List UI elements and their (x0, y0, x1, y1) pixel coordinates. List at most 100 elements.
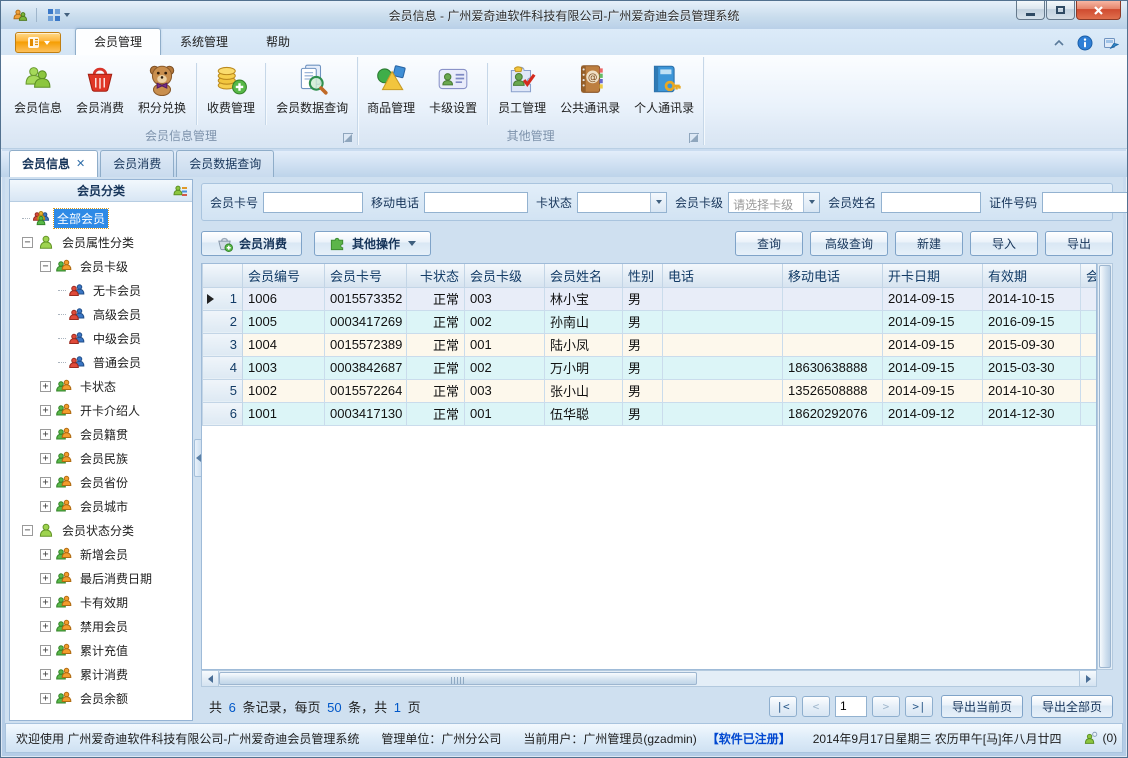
tree-node-全部会员[interactable]: 全部会员 (12, 206, 190, 230)
cell[interactable] (1080, 309, 1096, 334)
combo-dropdown-icon[interactable] (650, 192, 667, 212)
scroll-right-button[interactable] (1079, 671, 1096, 686)
column-header-selector[interactable] (202, 264, 243, 288)
cell[interactable]: 正常 (406, 401, 465, 426)
cell[interactable]: 001 (464, 332, 545, 357)
tree-expander-minus[interactable]: − (22, 236, 33, 248)
会员姓名-input[interactable] (881, 191, 982, 213)
cell[interactable] (662, 378, 783, 403)
ribbon-tab-系统管理[interactable]: 系统管理 (161, 28, 247, 55)
export-all-pages-button[interactable]: 导出全部页 (1030, 694, 1113, 718)
cell[interactable] (662, 332, 783, 357)
cell[interactable] (1080, 332, 1096, 357)
cell[interactable]: 0015573352 (324, 286, 407, 311)
tree-node-禁用会员[interactable]: + 禁用会员 (12, 614, 190, 638)
first-page-button[interactable]: |< (768, 695, 797, 717)
category-settings-icon[interactable] (172, 183, 188, 199)
tree-node-累计充值[interactable]: + 累计充值 (12, 638, 190, 662)
cell[interactable]: 13526508888 (782, 378, 883, 403)
cell[interactable]: 2014-09-15 (882, 286, 983, 311)
tree-expander-plus[interactable]: + (40, 380, 51, 392)
会员卡号-input[interactable] (263, 191, 364, 213)
cell[interactable]: 2015-03-30 (982, 355, 1081, 380)
cell[interactable]: 1004 (242, 332, 325, 357)
tree-node-会员卡级[interactable]: − 会员卡级 (12, 254, 190, 278)
row-selector[interactable]: 5 (202, 378, 243, 403)
tree-node-最后消费日期[interactable]: + 最后消费日期 (12, 566, 190, 590)
cell[interactable]: 男 (622, 378, 663, 403)
cell[interactable]: 1002 (242, 378, 325, 403)
cell[interactable] (662, 286, 783, 311)
column-header-开卡日期[interactable]: 开卡日期 (882, 264, 983, 288)
dialog-launcher-icon[interactable] (343, 133, 354, 143)
app-menu-button[interactable] (15, 32, 61, 53)
column-header-移动电话[interactable]: 移动电话 (782, 264, 883, 288)
ribbon-item-员工管理[interactable]: 员工管理 (491, 59, 553, 129)
doc-tab-会员数据查询[interactable]: 会员数据查询 (176, 150, 275, 177)
tree-node-会员城市[interactable]: + 会员城市 (12, 494, 190, 518)
tree-expander-plus[interactable]: + (40, 428, 51, 440)
table-row[interactable]: 4 1003 0003842687 正常 002 万小明男 18630638888 2014-… (202, 355, 1096, 380)
tree-expander-plus[interactable]: + (40, 572, 51, 584)
row-selector[interactable]: 6 (202, 401, 243, 426)
tree-node-会员民族[interactable]: + 会员民族 (12, 446, 190, 470)
vertical-scroll-thumb[interactable] (1099, 265, 1111, 668)
cell[interactable] (782, 309, 883, 334)
tree-expander-plus[interactable]: + (40, 596, 51, 608)
maximize-button[interactable] (1046, 1, 1075, 20)
cell[interactable]: 0015572389 (324, 332, 407, 357)
tree-node-卡有效期[interactable]: + 卡有效期 (12, 590, 190, 614)
ribbon-item-公共通讯录[interactable]: @ 公共通讯录 (553, 59, 627, 129)
cell[interactable]: 002 (464, 355, 545, 380)
cell[interactable]: 1001 (242, 401, 325, 426)
help-icon[interactable] (1077, 35, 1093, 51)
tree-node-累计消费[interactable]: + 累计消费 (12, 662, 190, 686)
tree-expander-minus[interactable]: − (40, 260, 51, 272)
feedback-icon[interactable] (1103, 35, 1119, 51)
cell[interactable] (782, 332, 883, 357)
horizontal-scroll-thumb[interactable] (219, 672, 697, 685)
会员卡级-select[interactable]: 请选择卡级 (728, 191, 821, 213)
cell[interactable] (782, 286, 883, 311)
cell[interactable]: 002 (464, 309, 545, 334)
column-header-卡状态[interactable]: 卡状态 (406, 264, 465, 288)
column-header-会员[interactable]: 会员 (1080, 264, 1096, 288)
移动电话-input[interactable] (424, 191, 529, 213)
cell[interactable]: 1005 (242, 309, 325, 334)
column-header-电话[interactable]: 电话 (662, 264, 783, 288)
ribbon-item-收费管理[interactable]: 收费管理 (200, 59, 262, 129)
导出-button[interactable]: 导出 (1045, 230, 1113, 256)
cell[interactable]: 2014-12-30 (982, 401, 1081, 426)
horizontal-scrollbar[interactable] (201, 670, 1097, 687)
close-tab-icon[interactable]: ✕ (76, 158, 85, 169)
cell[interactable]: 003 (464, 378, 545, 403)
row-selector[interactable]: 1 (202, 286, 243, 311)
cell[interactable]: 2014-10-30 (982, 378, 1081, 403)
cell[interactable]: 正常 (406, 355, 465, 380)
ribbon-item-个人通讯录[interactable]: 个人通讯录 (627, 59, 701, 129)
cell[interactable]: 2014-09-12 (882, 401, 983, 426)
tree-node-会员省份[interactable]: + 会员省份 (12, 470, 190, 494)
tree-expander-plus[interactable]: + (40, 476, 51, 488)
ribbon-item-会员信息[interactable]: 会员信息 (7, 59, 69, 129)
cell[interactable]: 2016-09-15 (982, 309, 1081, 334)
tree-node-普通会员[interactable]: 普通会员 (12, 350, 190, 374)
cell[interactable]: 2014-09-15 (882, 332, 983, 357)
tree-expander-plus[interactable]: + (40, 548, 51, 560)
cell[interactable]: 万小明 (544, 355, 623, 380)
tree-node-卡状态[interactable]: + 卡状态 (12, 374, 190, 398)
column-header-会员卡级[interactable]: 会员卡级 (464, 264, 545, 288)
cell[interactable]: 2015-09-30 (982, 332, 1081, 357)
tree-expander-minus[interactable]: − (22, 524, 33, 536)
tree-expander-plus[interactable]: + (40, 668, 51, 680)
prev-page-button[interactable]: < (801, 695, 830, 717)
tree-node-会员籍贯[interactable]: + 会员籍贯 (12, 422, 190, 446)
vertical-scrollbar[interactable] (1097, 263, 1113, 670)
cell[interactable] (662, 309, 783, 334)
column-header-会员姓名[interactable]: 会员姓名 (544, 264, 623, 288)
cell[interactable]: 男 (622, 332, 663, 357)
row-selector[interactable]: 2 (202, 309, 243, 334)
cell[interactable]: 2014-09-15 (882, 378, 983, 403)
新建-button[interactable]: 新建 (895, 230, 963, 256)
tree-expander-plus[interactable]: + (40, 452, 51, 464)
